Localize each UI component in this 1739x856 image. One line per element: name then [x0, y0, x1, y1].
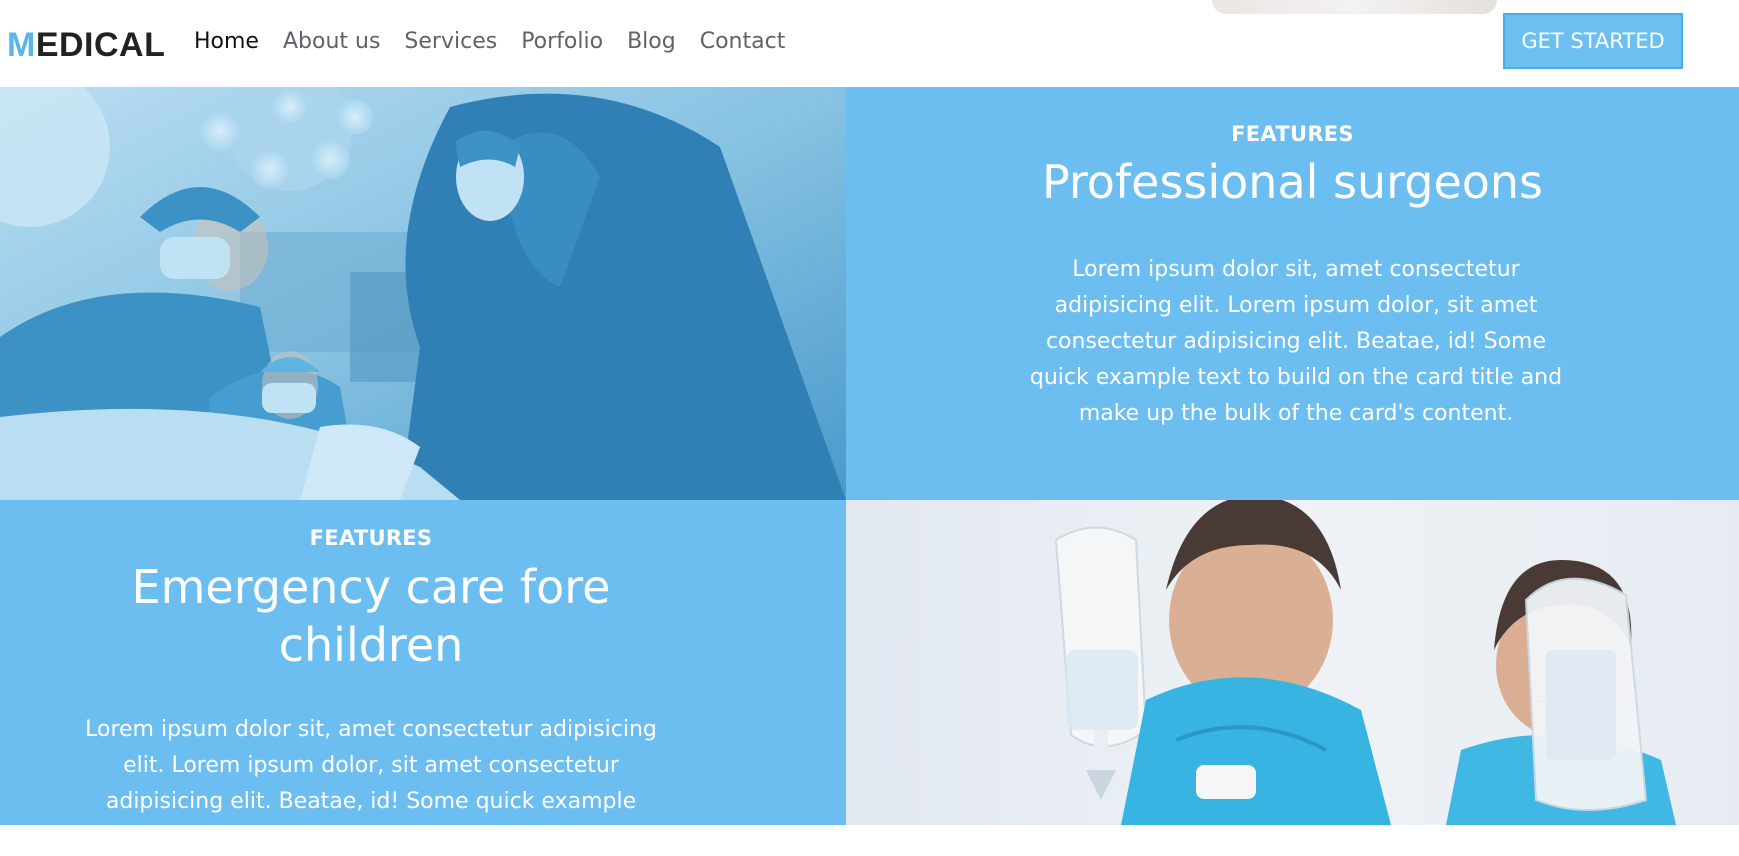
nav-portfolio[interactable]: Porfolio: [521, 29, 603, 54]
feature-professional-surgeons: FEATURES Professional surgeons Lorem ips…: [846, 87, 1739, 500]
feature-eyebrow: FEATURES: [1231, 122, 1354, 146]
header-image-edge: [1212, 0, 1497, 14]
logo[interactable]: MEDICAL: [7, 26, 165, 64]
nav-services[interactable]: Services: [404, 29, 497, 54]
nav-home[interactable]: Home: [194, 29, 259, 54]
nav-about-us[interactable]: About us: [283, 29, 380, 54]
children-photo: [846, 500, 1739, 825]
feature-emergency-care-children: FEATURES Emergency care fore children Lo…: [0, 500, 846, 850]
navbar: MEDICAL Home About us Services Porfolio …: [0, 0, 1739, 87]
logo-initial: M: [7, 26, 36, 64]
feature-body: Lorem ipsum dolor sit, amet consectetur …: [85, 717, 657, 850]
feature-body: Lorem ipsum dolor sit, amet consectetur …: [1029, 257, 1563, 426]
surgeons-photo: [0, 87, 846, 500]
feature-title: Professional surgeons: [1041, 155, 1544, 209]
nav-contact[interactable]: Contact: [700, 29, 786, 54]
get-started-button[interactable]: GET STARTED: [1503, 13, 1683, 69]
logo-text: EDICAL: [35, 26, 166, 64]
feature-eyebrow: FEATURES: [309, 526, 433, 550]
feature-title: Emergency care fore children: [131, 560, 611, 672]
main-nav: Home About us Services Porfolio Blog Con…: [194, 0, 785, 87]
nav-blog[interactable]: Blog: [627, 29, 676, 54]
